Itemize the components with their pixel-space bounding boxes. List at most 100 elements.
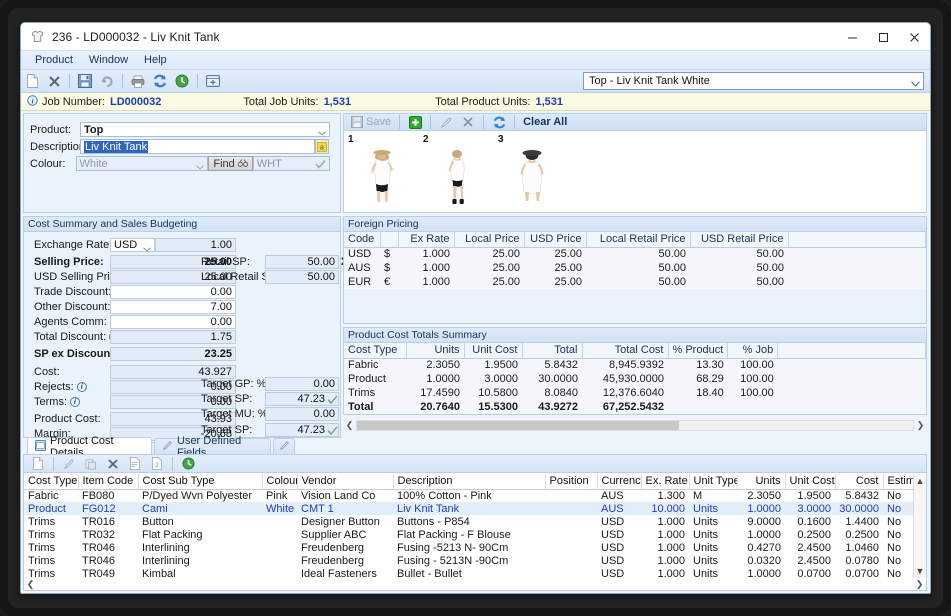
cost-value-field[interactable]: 0.00 (110, 285, 236, 299)
column-header[interactable]: Code (344, 232, 381, 248)
column-header[interactable]: Units (406, 343, 465, 359)
product-selector-dropdown[interactable]: Top - Liv Knit Tank White (583, 72, 924, 90)
edit-image-icon[interactable] (436, 113, 456, 132)
exchange-rate-value[interactable]: 1.00 (155, 238, 236, 252)
minimize-button[interactable] (837, 23, 868, 51)
column-header[interactable] (788, 232, 926, 248)
target-value-field[interactable]: 0.00 (265, 377, 339, 391)
column-header[interactable]: % Job (727, 343, 779, 359)
cost-value-field[interactable]: 1.75 (110, 330, 236, 344)
column-header[interactable]: USD Retail Price (690, 232, 789, 248)
table-row[interactable]: Trims TR016 Button Designer Button Buttons -… (24, 515, 926, 528)
table-row[interactable]: USD $1.000 25.00 25.00 50.00 50.00 (344, 247, 926, 261)
table-row[interactable]: Trims TR046 Interlining Freudenberg Fusing -… (24, 541, 926, 554)
retail-value-field[interactable]: 50.00 (265, 255, 339, 269)
photo-thumbnail[interactable]: 1 (348, 134, 423, 208)
scrollbar-track[interactable] (356, 419, 914, 431)
column-header[interactable]: Vendor (297, 474, 394, 490)
table-row[interactable]: Fabric FB080 P/Dyed Wvn Polyester Pink Visio… (24, 489, 926, 502)
column-header[interactable]: Cost (835, 474, 884, 490)
column-header[interactable]: % Product (668, 343, 729, 359)
table-row[interactable]: EUR €1.000 25.00 25.00 50.00 50.00 (344, 275, 926, 289)
table-row[interactable]: Trims 17.4590 10.5800 8.0840 12,376.6040 18.4… (344, 386, 926, 400)
column-header[interactable]: Cost Type (24, 474, 79, 490)
info-icon[interactable]: i (70, 397, 80, 407)
column-header[interactable]: Local Retail Price (586, 232, 691, 248)
new-icon[interactable] (22, 72, 42, 91)
product-input[interactable]: Top (80, 122, 330, 137)
scroll-down-icon[interactable]: ▼ (916, 566, 925, 576)
table-row[interactable]: Trims TR032 Flat Packing Supplier ABC Flat P… (24, 528, 926, 541)
table-row[interactable]: AUS $1.000 25.00 25.00 50.00 50.00 (344, 261, 926, 275)
image-save-button[interactable]: Save (347, 115, 395, 130)
table-row[interactable]: Product 1.0000 3.0000 30.0000 45,930.0000 68.… (344, 372, 926, 386)
history-icon[interactable] (178, 454, 198, 473)
exchange-currency-select[interactable]: USD (110, 238, 155, 252)
column-header[interactable]: Unit Cost (464, 343, 523, 359)
paste-icon[interactable] (125, 454, 145, 473)
info-icon[interactable]: i (76, 382, 87, 392)
description-input[interactable]: Liv Knit Tank (80, 139, 315, 154)
cost-value-field[interactable]: 7.00 (110, 300, 236, 314)
column-header[interactable]: Ex. Rate (641, 474, 690, 490)
duplicate-icon[interactable]: 2 (147, 454, 167, 473)
copy-icon[interactable] (81, 454, 101, 473)
scrollbar-thumb[interactable] (357, 420, 680, 430)
colour-code-input[interactable]: WHT (252, 156, 330, 171)
refresh-images-icon[interactable] (489, 113, 509, 132)
column-header[interactable]: Unit Cost (785, 474, 836, 490)
tab-user-defined-fields[interactable]: User Defined Fields (154, 435, 271, 459)
scroll-right-icon[interactable]: ❯ (914, 420, 927, 431)
column-header[interactable]: Item Code (78, 474, 139, 490)
column-header[interactable]: Unit Type (689, 474, 738, 490)
column-header[interactable] (380, 232, 399, 248)
table-row[interactable]: Fabric 2.3050 1.9500 5.8432 8,945.9392 13.30 1… (344, 358, 926, 372)
column-header[interactable]: Description (393, 474, 546, 490)
scroll-left-icon[interactable]: ❮ (343, 420, 356, 431)
scroll-up-icon[interactable]: ▲ (916, 476, 925, 486)
translate-icon[interactable]: a (315, 139, 329, 154)
table-row[interactable]: Total 20.7640 15.5300 43.9272 67,252.5432 (344, 400, 926, 414)
edit-icon[interactable] (59, 454, 79, 473)
tab-extra[interactable] (273, 438, 295, 455)
column-header[interactable]: Colour (262, 474, 298, 490)
scroll-right-icon[interactable]: ❯ (913, 579, 926, 590)
table-row[interactable]: Trims TR049 Kimbal Ideal Fasteners Bullet - … (24, 567, 926, 579)
target-value-field[interactable]: 0.00 (265, 407, 339, 421)
column-header[interactable]: Local Price (454, 232, 525, 248)
print-icon[interactable] (128, 72, 148, 91)
column-header[interactable]: Total (522, 343, 583, 359)
add-image-icon[interactable] (405, 113, 425, 132)
column-header[interactable]: USD Price (524, 232, 587, 248)
colour-input[interactable]: White (75, 156, 209, 171)
grid-add-icon[interactable] (203, 72, 223, 91)
photo-thumbnail[interactable]: 2 (423, 134, 498, 208)
column-header[interactable]: Position (545, 474, 598, 490)
clear-all-button[interactable]: Clear All (519, 115, 571, 130)
remove-image-icon[interactable] (458, 113, 478, 132)
menu-item-window[interactable]: Window (81, 53, 136, 68)
close-button[interactable] (899, 23, 930, 51)
refresh-icon[interactable] (150, 72, 170, 91)
table-row[interactable]: Product FG012 Cami White CMT 1 Liv Knit Tank A… (24, 502, 926, 515)
save-icon[interactable] (75, 72, 95, 91)
tab-product-cost-details[interactable]: Product Cost Details (27, 435, 152, 459)
column-header[interactable] (777, 343, 926, 359)
find-colour-button[interactable]: Find (208, 156, 253, 171)
column-header[interactable]: Ex Rate (398, 232, 455, 248)
cost-value-field[interactable]: 0.00 (110, 315, 236, 329)
new-icon[interactable] (28, 454, 48, 473)
scroll-left-icon[interactable]: ❮ (24, 579, 37, 590)
menu-item-product[interactable]: Product (27, 53, 81, 68)
cost-value-field[interactable]: 23.25 (110, 347, 236, 361)
delete-icon[interactable] (44, 72, 64, 91)
detail-vertical-scrollbar[interactable]: ▲ ▼ (913, 474, 926, 578)
column-header[interactable]: Cost Sub Type (138, 474, 263, 490)
column-header[interactable]: Cost Type (344, 343, 407, 359)
retail-value-field[interactable]: 50.00 (265, 270, 339, 284)
detail-horizontal-scrollbar[interactable]: ❮ ❯ (24, 578, 926, 590)
maximize-button[interactable] (868, 23, 899, 51)
undo-icon[interactable] (97, 72, 117, 91)
right-horizontal-scrollbar[interactable]: ❮ ❯ (343, 418, 927, 432)
menu-item-help[interactable]: Help (136, 53, 175, 68)
